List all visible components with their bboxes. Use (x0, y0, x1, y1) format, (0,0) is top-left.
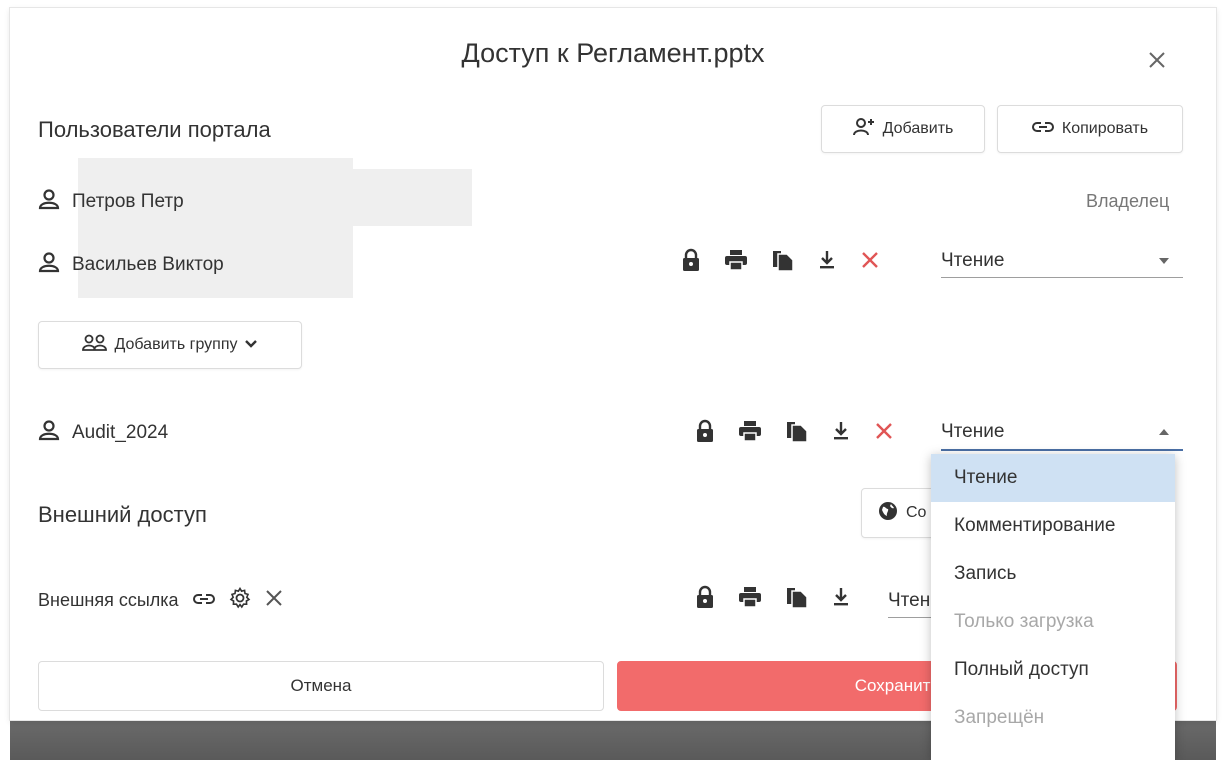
group-row: Audit_2024 (38, 419, 168, 447)
user-access-select[interactable]: Чтение (941, 244, 1183, 278)
gear-icon[interactable] (229, 586, 251, 614)
external-button-label: Со (906, 504, 927, 521)
person-icon (38, 188, 60, 216)
add-user-label: Добавить (882, 120, 954, 137)
person-icon (38, 419, 60, 447)
lock-icon[interactable] (696, 419, 714, 443)
access-value: Чтение (941, 249, 1005, 271)
cancel-label: Отмена (290, 676, 352, 695)
save-label: Сохранить (854, 676, 940, 695)
external-permissions-icons (696, 585, 850, 609)
external-link-label: Внешняя ссылка (38, 590, 179, 610)
add-group-button[interactable]: Добавить группу (38, 321, 302, 369)
chevron-down-icon (244, 336, 258, 354)
download-icon[interactable] (832, 586, 850, 608)
dropdown-option-denied: Запрещён (954, 707, 1045, 728)
remove-link-icon[interactable] (265, 589, 283, 612)
print-icon[interactable] (738, 586, 762, 608)
group-name: Audit_2024 (72, 422, 169, 443)
access-value: Чтение (941, 421, 1005, 442)
group-permissions-icons (696, 419, 894, 443)
download-icon[interactable] (832, 420, 850, 442)
link-icon[interactable] (192, 590, 215, 611)
redacted-area (353, 169, 472, 226)
group-access-select[interactable]: Чтение (941, 415, 1183, 451)
external-link-row: Внешняя ссылка (38, 586, 283, 614)
link-icon (1031, 120, 1054, 139)
copy-icon[interactable] (772, 248, 794, 272)
user-name: Васильев Виктор (72, 254, 224, 275)
dropdown-option-read[interactable]: Чтение (931, 454, 1175, 502)
user-row-owner: Петров Петр (38, 188, 184, 216)
chevron-up-icon (1159, 429, 1169, 435)
group-icon (82, 334, 108, 357)
add-person-icon (852, 117, 875, 142)
user-permissions-icons (682, 248, 880, 272)
owner-role-label: Владелец (1086, 191, 1170, 211)
print-icon[interactable] (724, 249, 748, 271)
globe-icon (878, 501, 898, 526)
user-row: Васильев Виктор (38, 251, 224, 279)
dropdown-option-write[interactable]: Запись (931, 550, 1175, 598)
dropdown-option-upload-only: Только загрузка (954, 611, 1094, 632)
lock-icon[interactable] (682, 248, 700, 272)
lock-icon[interactable] (696, 585, 714, 609)
remove-group-icon[interactable] (874, 421, 894, 441)
cancel-button[interactable]: Отмена (38, 661, 604, 711)
download-icon[interactable] (818, 249, 836, 271)
remove-user-icon[interactable] (860, 250, 880, 270)
dropdown-option-comment[interactable]: Комментирование (931, 502, 1175, 550)
portal-users-title: Пользователи портала (38, 117, 271, 142)
copy-link-button[interactable]: Копировать (997, 105, 1183, 153)
chevron-down-icon (1159, 258, 1169, 264)
dropdown-option-full-access[interactable]: Полный доступ (931, 646, 1175, 694)
copy-icon[interactable] (786, 419, 808, 443)
add-user-button[interactable]: Добавить (821, 105, 985, 153)
add-group-label: Добавить группу (114, 336, 238, 353)
person-icon (38, 251, 60, 279)
close-icon[interactable] (1143, 46, 1171, 74)
external-access-title: Внешний доступ (38, 502, 207, 527)
print-icon[interactable] (738, 420, 762, 442)
user-name: Петров Петр (72, 191, 184, 212)
access-dropdown-menu: Чтение Комментирование Запись Только заг… (931, 454, 1175, 760)
copy-link-label: Копировать (1061, 120, 1149, 137)
copy-icon[interactable] (786, 585, 808, 609)
dialog-title: Доступ к Регламент.pptx (461, 38, 765, 68)
